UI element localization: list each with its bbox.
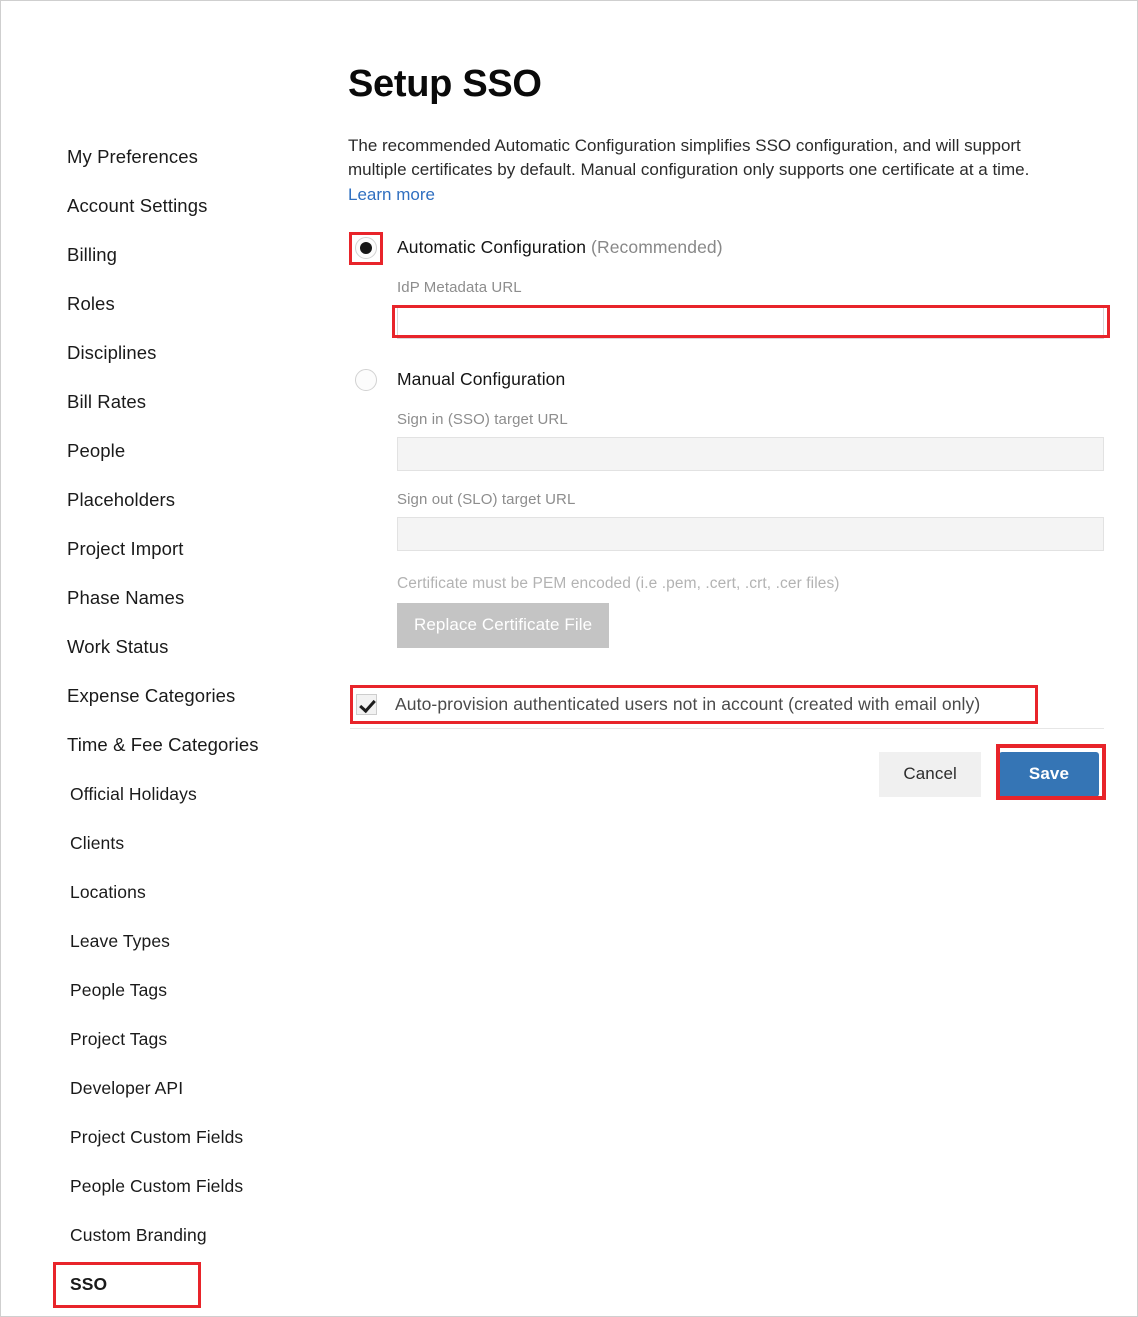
sidebar-item-label: People — [67, 442, 125, 461]
sidebar-item-label: Account Settings — [67, 197, 207, 216]
sidebar-item-label: Project Import — [67, 540, 184, 559]
sidebar-item-label: Phase Names — [67, 589, 184, 608]
idp-metadata-url-input[interactable] — [397, 305, 1104, 339]
sign-out-url-input[interactable] — [397, 517, 1104, 551]
sidebar-item-label: Placeholders — [67, 491, 175, 510]
automatic-configuration-radio[interactable] — [355, 237, 377, 259]
sign-in-url-field-block: Sign in (SSO) target URL — [348, 411, 1108, 471]
automatic-configuration-title: Automatic Configuration — [397, 237, 586, 257]
sidebar-item-my-preferences[interactable]: My Preferences — [1, 133, 331, 182]
sidebar-item-label: Roles — [67, 295, 115, 314]
sidebar-item-official-holidays[interactable]: Official Holidays — [1, 770, 331, 819]
auto-provision-label: Auto-provision authenticated users not i… — [395, 694, 980, 715]
sidebar-item-billing[interactable]: Billing — [1, 231, 331, 280]
sso-settings-page: My Preferences Account Settings Billing Rol… — [0, 0, 1138, 1317]
sidebar-item-label: Expense Categories — [67, 687, 235, 706]
cancel-button[interactable]: Cancel — [879, 752, 981, 797]
sidebar-item-label: Disciplines — [67, 344, 157, 363]
main-content: Setup SSO The recommended Automatic Conf… — [348, 1, 1108, 797]
sidebar-item-label: People Tags — [70, 982, 167, 1000]
sidebar-item-clients[interactable]: Clients — [1, 819, 331, 868]
sidebar-item-locations[interactable]: Locations — [1, 868, 331, 917]
sidebar-item-account-settings[interactable]: Account Settings — [1, 182, 331, 231]
form-actions: Cancel Save — [348, 752, 1108, 797]
replace-certificate-file-button[interactable]: Replace Certificate File — [397, 603, 609, 648]
sidebar-item-label: Billing — [67, 246, 117, 265]
sidebar-item-disciplines[interactable]: Disciplines — [1, 329, 331, 378]
automatic-configuration-row[interactable]: Automatic Configuration (Recommended) — [348, 237, 1108, 259]
intro-paragraph: The recommended Automatic Configuration … — [348, 106, 1048, 207]
settings-sidebar: My Preferences Account Settings Billing Rol… — [1, 133, 331, 1309]
sign-in-url-input[interactable] — [397, 437, 1104, 471]
sidebar-item-label: People Custom Fields — [70, 1178, 243, 1196]
sidebar-item-label: Custom Branding — [70, 1227, 207, 1245]
automatic-configuration-label: Automatic Configuration (Recommended) — [397, 237, 723, 258]
sidebar-item-label: Developer API — [70, 1080, 183, 1098]
sidebar-item-people[interactable]: People — [1, 427, 331, 476]
save-button[interactable]: Save — [999, 752, 1099, 797]
sidebar-item-label: Time & Fee Categories — [67, 736, 259, 755]
automatic-configuration-note: (Recommended) — [591, 237, 723, 257]
footer-divider — [350, 728, 1104, 729]
manual-configuration-row[interactable]: Manual Configuration — [348, 369, 1108, 391]
sidebar-item-project-tags[interactable]: Project Tags — [1, 1015, 331, 1064]
sidebar-item-label: Bill Rates — [67, 393, 146, 412]
sidebar-item-people-tags[interactable]: People Tags — [1, 966, 331, 1015]
manual-configuration-radio[interactable] — [355, 369, 377, 391]
sidebar-item-people-custom-fields[interactable]: People Custom Fields — [1, 1162, 331, 1211]
sign-out-url-label: Sign out (SLO) target URL — [397, 491, 1108, 508]
idp-metadata-url-field-block: IdP Metadata URL — [348, 279, 1108, 339]
sidebar-item-label: Clients — [70, 835, 124, 853]
sidebar-item-sso[interactable]: SSO — [1, 1260, 331, 1309]
auto-provision-checkbox[interactable] — [356, 694, 377, 715]
sidebar-item-label: Project Custom Fields — [70, 1129, 243, 1147]
sign-in-url-label: Sign in (SSO) target URL — [397, 411, 1108, 428]
sidebar-item-custom-branding[interactable]: Custom Branding — [1, 1211, 331, 1260]
certificate-note: Certificate must be PEM encoded (i.e .pe… — [348, 575, 1108, 593]
page-title: Setup SSO — [348, 1, 1108, 106]
sidebar-item-placeholders[interactable]: Placeholders — [1, 476, 331, 525]
sign-out-url-field-block: Sign out (SLO) target URL — [348, 491, 1108, 551]
sidebar-item-time-fee-categories[interactable]: Time & Fee Categories — [1, 721, 331, 770]
sidebar-item-label: Work Status — [67, 638, 169, 657]
learn-more-link[interactable]: Learn more — [348, 185, 435, 204]
sidebar-item-label: Project Tags — [70, 1031, 167, 1049]
sidebar-item-label: My Preferences — [67, 148, 198, 167]
auto-provision-row[interactable]: Auto-provision authenticated users not i… — [356, 694, 1034, 715]
sidebar-item-project-custom-fields[interactable]: Project Custom Fields — [1, 1113, 331, 1162]
sidebar-item-leave-types[interactable]: Leave Types — [1, 917, 331, 966]
sidebar-item-label: Official Holidays — [70, 786, 197, 804]
sidebar-item-label: Leave Types — [70, 933, 170, 951]
intro-text: The recommended Automatic Configuration … — [348, 136, 1029, 179]
sidebar-item-label: Locations — [70, 884, 146, 902]
sidebar-item-bill-rates[interactable]: Bill Rates — [1, 378, 331, 427]
sidebar-item-developer-api[interactable]: Developer API — [1, 1064, 331, 1113]
sidebar-item-project-import[interactable]: Project Import — [1, 525, 331, 574]
sidebar-item-phase-names[interactable]: Phase Names — [1, 574, 331, 623]
sidebar-item-label: SSO — [70, 1276, 107, 1294]
sidebar-item-work-status[interactable]: Work Status — [1, 623, 331, 672]
idp-metadata-url-label: IdP Metadata URL — [397, 279, 1108, 296]
manual-configuration-label: Manual Configuration — [397, 369, 565, 390]
sidebar-item-roles[interactable]: Roles — [1, 280, 331, 329]
sidebar-item-expense-categories[interactable]: Expense Categories — [1, 672, 331, 721]
